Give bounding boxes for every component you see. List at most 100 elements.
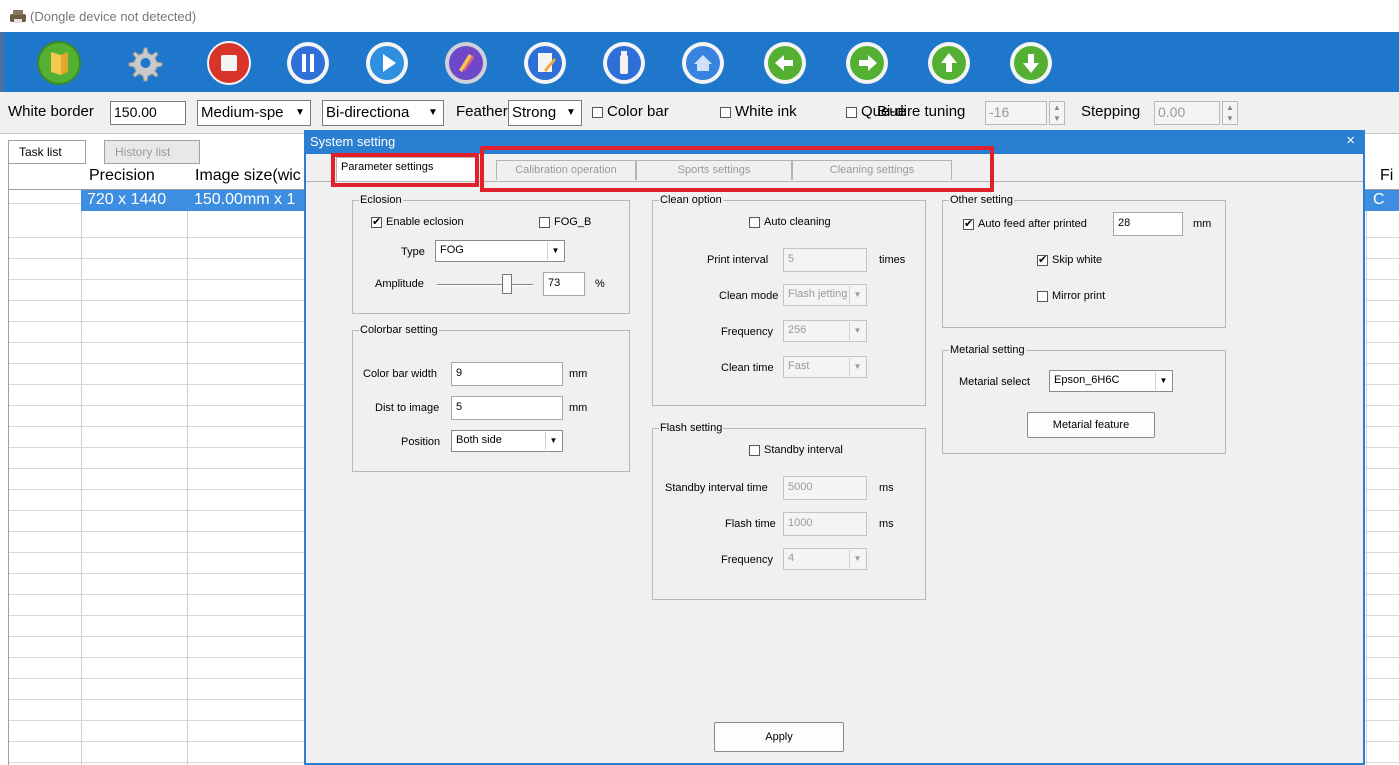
arrow-up-icon	[928, 42, 970, 84]
dialog-body: Parameter settings Calibration operation…	[306, 146, 1363, 763]
ink-button[interactable]	[601, 40, 647, 86]
position-select-value: Both side	[456, 434, 502, 446]
settings-button[interactable]	[121, 40, 167, 86]
close-icon[interactable]: ×	[1346, 132, 1355, 149]
column-header-fi[interactable]: Fi	[1380, 167, 1393, 185]
column-header-precision[interactable]: Precision	[89, 167, 155, 185]
amplitude-slider-thumb[interactable]	[502, 274, 513, 294]
arrow-right-icon	[846, 42, 888, 84]
flash-frequency-select-value: 4	[788, 552, 795, 564]
color-bar-checkbox[interactable]: Color bar	[592, 103, 669, 120]
skip-white-checkbox[interactable]: Skip white	[1037, 253, 1103, 266]
flash-setting-legend: Flash setting	[660, 422, 723, 434]
clean-mode-label: Clean mode	[719, 290, 779, 302]
speed-select-value: Medium-spe	[201, 104, 284, 121]
clean-frequency-select-value: 256	[788, 324, 807, 336]
flash-frequency-select[interactable]: 4 ▼	[783, 548, 867, 570]
move-right-button[interactable]	[844, 40, 890, 86]
gear-icon	[128, 47, 163, 82]
material-feature-button[interactable]: Metarial feature	[1027, 412, 1155, 438]
mirror-print-checkbox[interactable]: Mirror print	[1037, 290, 1105, 302]
material-setting-legend: Metarial setting	[950, 344, 1025, 356]
amplitude-input[interactable]: 73	[543, 272, 585, 296]
direction-select[interactable]: Bi-directiona ▼	[322, 100, 444, 126]
white-ink-checkbox[interactable]: White ink	[720, 103, 797, 120]
stepping-input[interactable]: 0.00	[1154, 101, 1220, 125]
fog-b-label: FOG_B	[554, 216, 592, 228]
bidir-tuning-spinner[interactable]: ▲ ▼	[1049, 101, 1065, 125]
checkbox-box	[720, 106, 731, 118]
highlight-box-other-tabs	[480, 146, 994, 192]
print-interval-unit: times	[879, 254, 906, 266]
dist-to-image-unit: mm	[569, 402, 588, 414]
standby-interval-time-label: Standby interval time	[665, 482, 768, 494]
position-label: Position	[401, 436, 441, 448]
enable-eclosion-checkbox[interactable]: Enable eclosion	[371, 215, 464, 228]
tab-task-list[interactable]: Task list	[8, 140, 86, 164]
clean-time-select[interactable]: Fast ▼	[783, 356, 867, 378]
feather-select[interactable]: Strong ▼	[508, 100, 582, 126]
stepping-spinner[interactable]: ▲ ▼	[1222, 101, 1238, 125]
highlight-box-active-tab	[331, 153, 479, 187]
column-header-image-size[interactable]: Image size(wic	[195, 167, 301, 185]
toolbar	[0, 32, 1399, 92]
checkbox-box	[846, 106, 857, 118]
stop-button[interactable]	[206, 40, 252, 86]
auto-cleaning-checkbox[interactable]: Auto cleaning	[749, 216, 831, 228]
clean-frequency-label: Frequency	[721, 326, 773, 338]
type-select[interactable]: FOG ▼	[435, 240, 565, 262]
bidir-tuning-input[interactable]: -16	[985, 101, 1047, 125]
move-up-button[interactable]	[926, 40, 972, 86]
auto-feed-checkbox[interactable]: Auto feed after printed	[963, 217, 1087, 230]
standby-interval-checkbox[interactable]: Standby interval	[749, 444, 843, 456]
auto-feed-input[interactable]: 28	[1113, 212, 1183, 236]
other-setting-legend: Other setting	[950, 194, 1013, 206]
clean-frequency-select[interactable]: 256 ▼	[783, 320, 867, 342]
move-left-button[interactable]	[762, 40, 808, 86]
amplitude-slider-track[interactable]	[437, 284, 533, 286]
tab-history-list[interactable]: History list	[104, 140, 200, 164]
play-button[interactable]	[364, 40, 410, 86]
chevron-down-icon: ▼	[849, 358, 865, 376]
printer-icon	[10, 10, 26, 23]
flash-time-unit: ms	[879, 518, 894, 530]
white-border-input[interactable]: 150.00	[110, 101, 186, 125]
type-label: Type	[401, 246, 425, 258]
open-file-button[interactable]	[36, 40, 82, 86]
flash-frequency-label: Frequency	[721, 554, 773, 566]
material-select[interactable]: Epson_6H6C ▼	[1049, 370, 1173, 392]
app-title-bar: (Dongle device not detected)	[0, 0, 1399, 32]
clean-time-label: Clean time	[721, 362, 774, 374]
clean-option-legend: Clean option	[660, 194, 722, 206]
standby-interval-time-input[interactable]: 5000	[783, 476, 867, 500]
fog-b-checkbox[interactable]: FOG_B	[539, 216, 591, 228]
direction-select-value: Bi-directiona	[326, 104, 410, 121]
print-interval-input[interactable]: 5	[783, 248, 867, 272]
clean-mode-select[interactable]: Flash jetting ▼	[783, 284, 867, 306]
white-ink-label: White ink	[735, 103, 797, 120]
dist-to-image-input[interactable]: 5	[451, 396, 563, 420]
book-icon	[37, 41, 81, 85]
pause-button[interactable]	[285, 40, 331, 86]
material-select-label: Metarial select	[959, 376, 1030, 388]
position-select[interactable]: Both side ▼	[451, 430, 563, 452]
enable-eclosion-label: Enable eclosion	[386, 216, 464, 228]
color-button[interactable]	[443, 40, 489, 86]
apply-button[interactable]: Apply	[714, 722, 844, 752]
speed-select[interactable]: Medium-spe ▼	[197, 100, 311, 126]
home-button[interactable]	[680, 40, 726, 86]
chevron-down-icon: ▼	[1155, 372, 1171, 390]
edit-button[interactable]	[522, 40, 568, 86]
clean-time-select-value: Fast	[788, 360, 810, 372]
color-bar-width-input[interactable]: 9	[451, 362, 563, 386]
dialog-title: System setting	[310, 134, 396, 149]
colorbar-group: Colorbar setting Color bar width 9 mm Di…	[352, 324, 630, 472]
skip-white-label: Skip white	[1052, 254, 1103, 266]
auto-cleaning-label: Auto cleaning	[764, 216, 831, 228]
color-bar-label: Color bar	[607, 103, 669, 120]
grid-divider	[187, 164, 188, 765]
flash-time-input[interactable]: 1000	[783, 512, 867, 536]
chevron-down-icon: ▼	[849, 286, 865, 304]
move-down-button[interactable]	[1008, 40, 1054, 86]
clean-mode-select-value: Flash jetting	[788, 288, 848, 300]
